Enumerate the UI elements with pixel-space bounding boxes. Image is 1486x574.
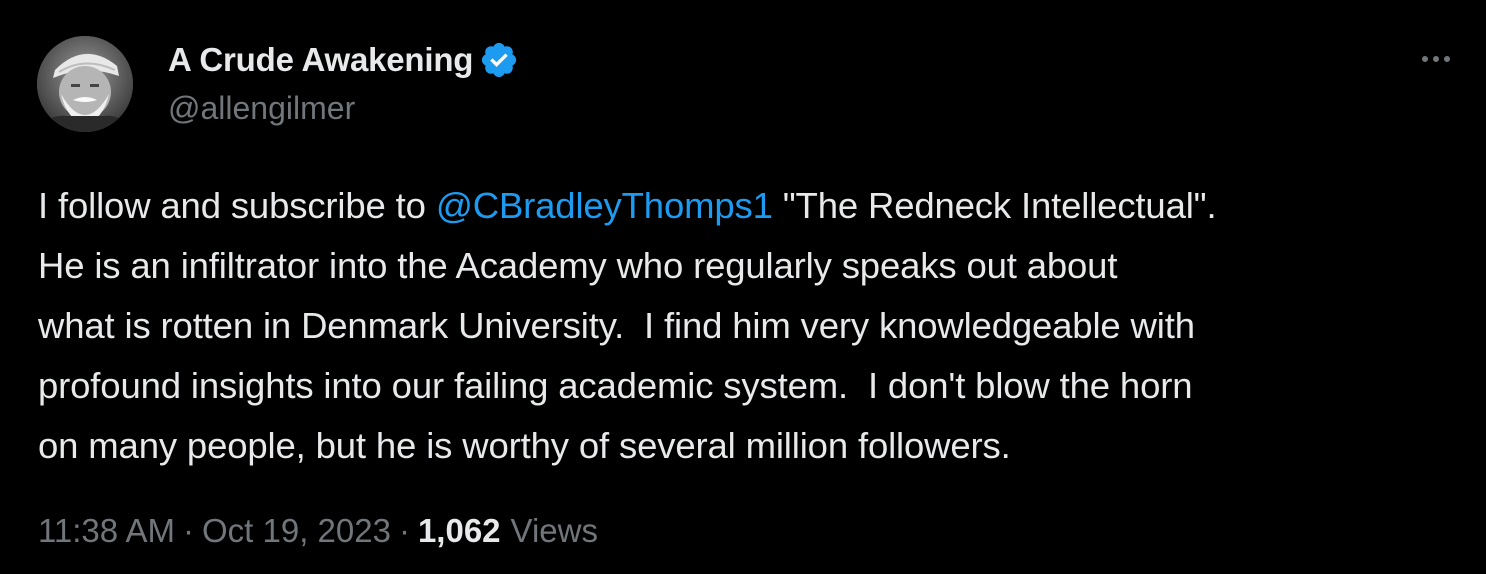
- tweet-meta-row: 11:38 AM · Oct 19, 2023 · 1,062 Views: [38, 512, 598, 550]
- views-count[interactable]: 1,062: [418, 512, 501, 550]
- more-horizontal-icon: [1421, 50, 1451, 68]
- avatar-photo: [37, 36, 133, 132]
- tweet-time[interactable]: 11:38 AM: [38, 512, 175, 550]
- meta-separator: ·: [182, 512, 194, 549]
- author-name-row: A Crude Awakening: [168, 38, 519, 82]
- views-label: Views: [510, 512, 598, 549]
- avatar[interactable]: [37, 36, 133, 132]
- tweet-text: I follow and subscribe to @CBradleyThomp…: [38, 176, 1468, 476]
- author-handle[interactable]: @allengilmer: [168, 90, 355, 127]
- more-options-button[interactable]: [1416, 44, 1456, 74]
- author-display-name[interactable]: A Crude Awakening: [168, 41, 473, 79]
- mention-link[interactable]: @CBradleyThomps1: [436, 185, 773, 226]
- tweet-text-after-mention: "The Redneck Intellectual". He is an inf…: [38, 185, 1217, 466]
- tweet-card: A Crude Awakening @allengilmer I follow …: [0, 0, 1486, 574]
- tweet-date[interactable]: Oct 19, 2023: [202, 512, 391, 550]
- tweet-text-before-mention: I follow and subscribe to: [38, 185, 436, 226]
- verified-check-icon: [479, 40, 519, 80]
- meta-separator: ·: [398, 512, 410, 549]
